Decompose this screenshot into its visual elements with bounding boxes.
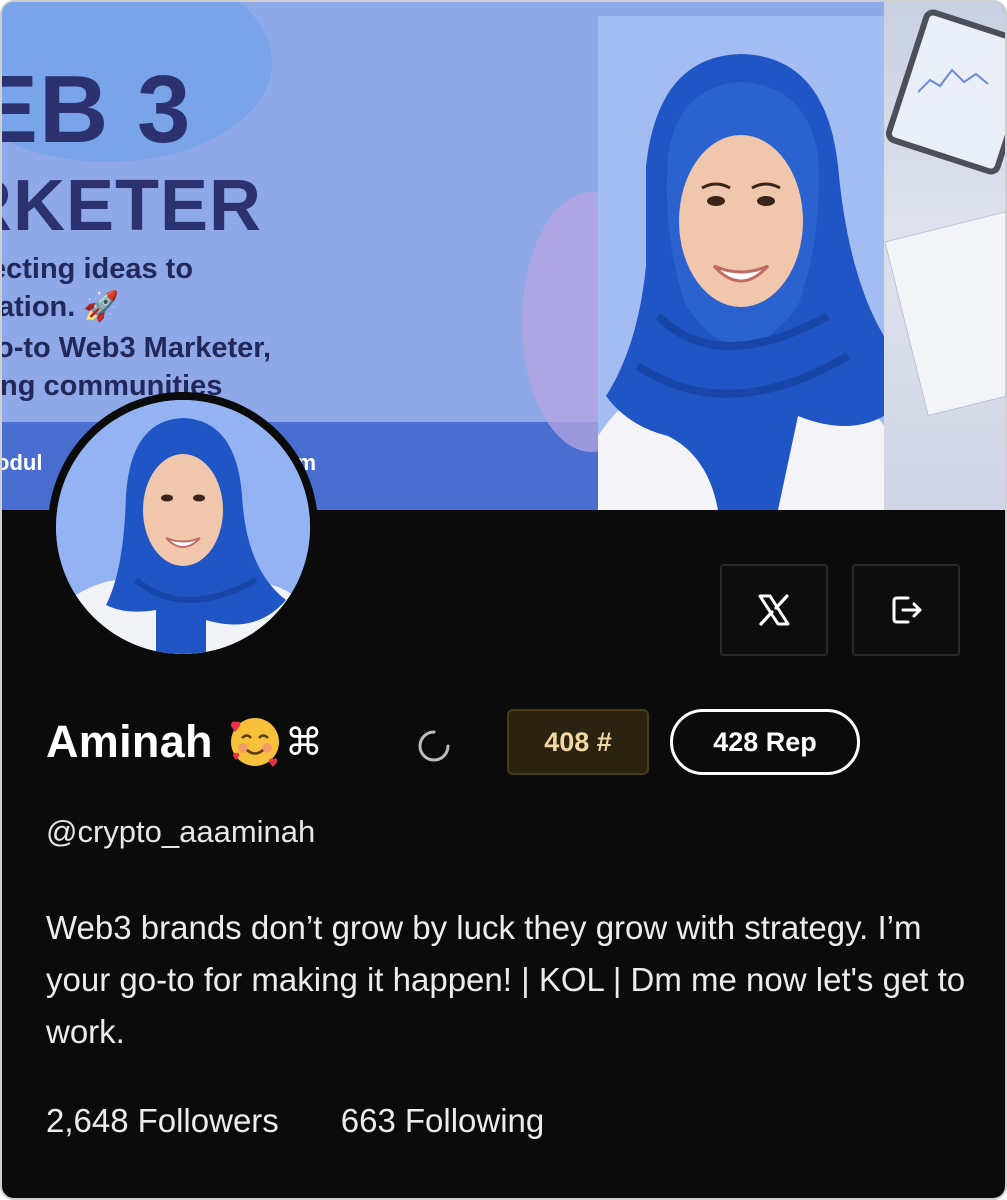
followers-stat[interactable]: 2,648 Followers: [46, 1102, 279, 1140]
banner-laptop-image: [884, 2, 1005, 510]
logout-button[interactable]: [852, 564, 960, 656]
display-name: Aminah: [46, 716, 213, 767]
following-stat[interactable]: 663 Following: [341, 1102, 544, 1140]
rank-badge[interactable]: 408 #: [507, 709, 649, 775]
followers-label: Followers: [137, 1102, 279, 1139]
following-label: Following: [404, 1102, 545, 1139]
banner-email-left: odul: [2, 450, 43, 475]
banner-portrait-image: [598, 16, 884, 510]
banner-tagline-line: ecting ideas to: [2, 253, 194, 285]
chart-graphic: [918, 68, 989, 93]
avatar[interactable]: [48, 392, 318, 662]
followers-count: 2,648: [46, 1102, 129, 1139]
x-profile-button[interactable]: [720, 564, 828, 656]
profile-bio: Web3 brands don’t grow by luck they grow…: [46, 909, 966, 1050]
avatar-image: [56, 400, 310, 654]
banner-headline: EB 3: [2, 56, 192, 163]
paper-graphic: [884, 207, 1005, 417]
banner-tagline-line: o-to Web3 Marketer,: [2, 332, 272, 364]
profile-handle: @crypto_aaaminah: [46, 814, 316, 849]
x-logo-icon: [758, 594, 790, 626]
command-symbol: ⌘: [284, 720, 323, 764]
logout-icon: [892, 596, 922, 624]
smiling-face-with-hearts-icon: [230, 718, 279, 767]
profile-card: EB 3 RKETER ecting ideas to ation. 🚀 o-t…: [0, 0, 1007, 1200]
reputation-badge[interactable]: 428 Rep: [670, 709, 860, 775]
profile-name-row: Aminah ⌘: [46, 708, 323, 776]
banner-tagline-line: ation. 🚀: [2, 291, 120, 323]
follow-stats: 2,648 Followers 663 Following: [46, 1102, 544, 1140]
following-count: 663: [340, 1102, 396, 1139]
banner-subheadline: RKETER: [2, 166, 263, 246]
loading-spinner-icon: [418, 730, 450, 762]
